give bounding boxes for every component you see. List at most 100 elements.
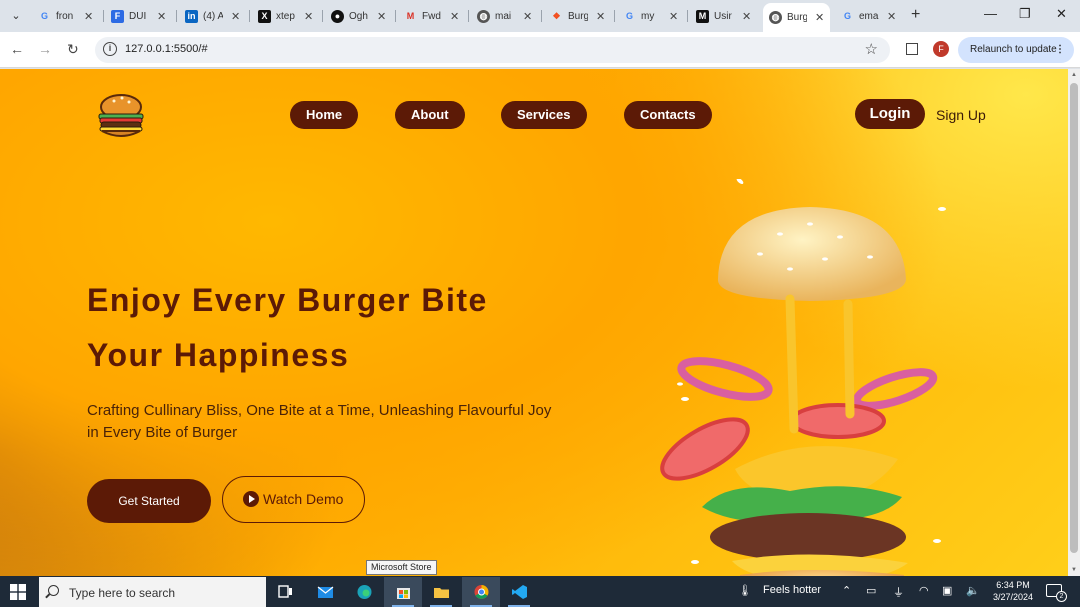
new-tab-button[interactable]: + bbox=[911, 6, 920, 24]
browser-tab[interactable]: ◍ mai ✕ bbox=[477, 5, 532, 27]
url-text: 127.0.0.1:5500/# bbox=[125, 43, 208, 55]
tab-close-icon[interactable]: ✕ bbox=[450, 10, 459, 23]
browser-tab[interactable]: ❖ Burg ✕ bbox=[550, 5, 605, 27]
signup-link[interactable]: Sign Up bbox=[936, 107, 986, 123]
weather-label[interactable]: Feels hotter bbox=[763, 584, 821, 596]
relaunch-button[interactable]: Relaunch to update ⋮ bbox=[958, 37, 1074, 63]
tab-close-icon[interactable]: ✕ bbox=[887, 10, 896, 23]
google-icon: G bbox=[843, 10, 851, 21]
page-scrollbar[interactable]: ▲ ▼ bbox=[1068, 69, 1080, 576]
tab-close-icon[interactable]: ✕ bbox=[815, 11, 824, 24]
tab-title: fron bbox=[56, 10, 74, 22]
tab-title: Burg bbox=[787, 12, 807, 23]
tab-close-icon[interactable]: ✕ bbox=[742, 10, 751, 23]
nav-home[interactable]: Home bbox=[290, 101, 359, 129]
store-icon[interactable] bbox=[384, 577, 422, 607]
clock-time: 6:34 PM bbox=[996, 580, 1030, 590]
hero-headline-line2: Your Happiness bbox=[87, 337, 350, 373]
browser-tab[interactable]: G ema ✕ bbox=[841, 5, 896, 27]
clock-date: 3/27/2024 bbox=[992, 592, 1034, 602]
tab-title: (4) A bbox=[203, 10, 223, 22]
browser-tab[interactable]: G fron ✕ bbox=[38, 5, 93, 27]
nav-contacts[interactable]: Contacts bbox=[624, 101, 712, 129]
side-panel-icon[interactable] bbox=[906, 43, 918, 55]
window-close-button[interactable]: ✕ bbox=[1056, 6, 1067, 22]
globe-icon: ◍ bbox=[477, 9, 490, 23]
tab-close-icon[interactable]: ✕ bbox=[669, 10, 678, 23]
usb-icon[interactable]: ⏚ bbox=[893, 584, 904, 600]
system-clock[interactable]: 6:34 PM 3/27/2024 bbox=[988, 579, 1038, 603]
watch-demo-button[interactable]: Watch Demo bbox=[222, 476, 365, 523]
browser-tab[interactable]: X xtep ✕ bbox=[258, 5, 313, 27]
login-button[interactable]: Login bbox=[855, 99, 925, 129]
get-started-button[interactable]: Get Started bbox=[87, 479, 211, 523]
notification-center-icon[interactable]: 2 bbox=[1046, 584, 1067, 602]
burger-logo[interactable] bbox=[92, 87, 150, 143]
scroll-up-arrow-icon[interactable]: ▲ bbox=[1071, 72, 1077, 78]
file-explorer-icon[interactable] bbox=[422, 577, 460, 607]
tray-chevron-up-icon[interactable]: ⌃ bbox=[842, 584, 851, 597]
nav-about[interactable]: About bbox=[395, 101, 465, 129]
url-field[interactable]: i 127.0.0.1:5500/# ☆ bbox=[95, 37, 890, 63]
taskbar-search-input[interactable]: Type here to search bbox=[39, 577, 266, 607]
tab-close-icon[interactable]: ✕ bbox=[596, 10, 605, 23]
battery-icon[interactable]: ▭ bbox=[866, 584, 876, 597]
tab-title: Usir bbox=[714, 10, 732, 22]
tab-strip: ⌄ G fron ✕ F DUI ✕ in (4) A ✕ X xtep ✕ ●… bbox=[0, 0, 1080, 32]
hero-subtext: Crafting Cullinary Bliss, One Bite at a … bbox=[87, 402, 552, 441]
browser-tab[interactable]: in (4) A ✕ bbox=[185, 5, 240, 27]
page-viewport: Home About Services Contacts Login Sign … bbox=[0, 69, 1080, 576]
tab-search-chevron-icon[interactable]: ⌄ bbox=[6, 7, 26, 25]
reload-icon[interactable]: ↻ bbox=[67, 41, 79, 58]
minimize-button[interactable]: — bbox=[984, 6, 997, 21]
wifi-icon[interactable]: ◠ bbox=[919, 584, 929, 597]
browser-tab[interactable]: F DUI ✕ bbox=[111, 5, 166, 27]
notification-count-badge: 2 bbox=[1056, 591, 1067, 602]
tab-title: Fwd bbox=[422, 10, 441, 22]
windows-start-icon[interactable] bbox=[10, 584, 26, 600]
browser-tab[interactable]: ● Ogh ✕ bbox=[331, 5, 386, 27]
edge-icon[interactable] bbox=[345, 577, 383, 607]
forward-arrow-icon[interactable]: → bbox=[38, 41, 52, 57]
tab-close-icon[interactable]: ✕ bbox=[231, 10, 240, 23]
chrome-icon[interactable] bbox=[462, 577, 500, 607]
more-menu-icon[interactable]: ⋮ bbox=[1055, 37, 1065, 63]
search-icon bbox=[48, 585, 59, 596]
gmail-icon: M bbox=[406, 10, 415, 21]
thermometer-icon[interactable]: 🌡 bbox=[738, 584, 752, 597]
vscode-icon[interactable] bbox=[500, 577, 538, 607]
tab-title: xtep bbox=[276, 10, 295, 22]
scrollbar-thumb[interactable] bbox=[1070, 83, 1078, 553]
x-icon: X bbox=[258, 9, 271, 23]
mail-icon[interactable] bbox=[306, 577, 344, 607]
windows-taskbar: Type here to search 🌡 Feels hotter ⌃ ▭ ⏚… bbox=[0, 576, 1080, 607]
medium-icon: M bbox=[696, 9, 709, 23]
bookmark-star-icon[interactable]: ☆ bbox=[865, 40, 878, 58]
watch-demo-label: Watch Demo bbox=[263, 491, 344, 507]
volume-icon[interactable]: 🔈 bbox=[966, 584, 980, 597]
browser-tab-active[interactable]: ◍ Burg ✕ bbox=[763, 3, 831, 32]
tab-title: ema bbox=[859, 10, 879, 22]
tab-close-icon[interactable]: ✕ bbox=[304, 10, 313, 23]
task-view-icon[interactable] bbox=[266, 577, 304, 607]
restore-button[interactable]: ❐ bbox=[1019, 6, 1031, 22]
tab-title: DUI bbox=[129, 10, 147, 22]
tab-close-icon[interactable]: ✕ bbox=[523, 10, 532, 23]
back-arrow-icon[interactable]: ← bbox=[10, 41, 24, 57]
display-icon[interactable]: ▣ bbox=[942, 584, 952, 597]
profile-avatar[interactable]: F bbox=[933, 41, 949, 57]
browser-tab[interactable]: G my ✕ bbox=[623, 5, 678, 27]
address-bar: ← → ↻ i 127.0.0.1:5500/# ☆ F Relaunch to… bbox=[0, 32, 1080, 68]
search-placeholder: Type here to search bbox=[69, 586, 176, 600]
figma-icon: ❖ bbox=[552, 10, 561, 21]
tab-close-icon[interactable]: ✕ bbox=[84, 10, 93, 23]
tab-close-icon[interactable]: ✕ bbox=[157, 10, 166, 23]
site-info-icon[interactable]: i bbox=[103, 42, 117, 56]
browser-tab[interactable]: M Usir ✕ bbox=[696, 5, 751, 27]
floating-burger-illustration bbox=[660, 179, 946, 576]
nav-services[interactable]: Services bbox=[501, 101, 587, 129]
tab-close-icon[interactable]: ✕ bbox=[377, 10, 386, 23]
scroll-down-arrow-icon[interactable]: ▼ bbox=[1071, 567, 1077, 573]
browser-tab[interactable]: M Fwd ✕ bbox=[404, 5, 459, 27]
tab-title: mai bbox=[495, 10, 512, 22]
